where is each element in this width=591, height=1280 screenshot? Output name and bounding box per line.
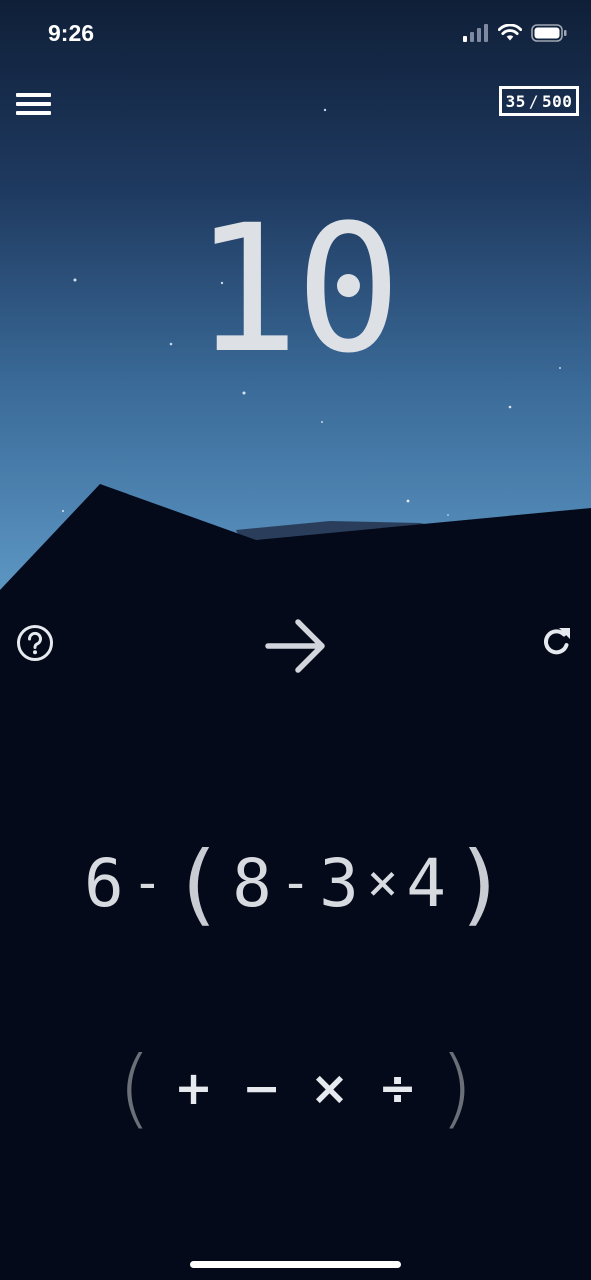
progress-counter[interactable]: 35 / 500: [499, 86, 579, 116]
expression-token-paren[interactable]: (: [171, 832, 224, 935]
menu-button[interactable]: [16, 90, 52, 116]
expression-token-number[interactable]: 6: [84, 845, 124, 922]
operator-palette: ( + − × ÷ ): [0, 1038, 591, 1138]
open-paren-button[interactable]: (: [110, 1038, 160, 1138]
hamburger-line: [16, 93, 51, 97]
expression-token-number[interactable]: 8: [232, 845, 272, 922]
progress-separator: /: [528, 91, 539, 111]
hamburger-line: [16, 102, 51, 106]
next-button[interactable]: [264, 616, 328, 676]
progress-total: 500: [542, 91, 573, 111]
expression-token-operator[interactable]: -: [132, 853, 163, 913]
status-bar: 9:26: [0, 0, 591, 70]
expression-token-number[interactable]: 3: [319, 845, 359, 922]
expression-token-operator[interactable]: ×: [367, 853, 398, 913]
times-button[interactable]: ×: [296, 1061, 364, 1115]
expression-token-paren[interactable]: ): [454, 832, 507, 935]
wifi-icon: [498, 24, 522, 41]
home-indicator[interactable]: [190, 1261, 401, 1268]
battery-icon: [531, 24, 567, 42]
refresh-icon: [544, 628, 570, 655]
arrow-right-icon: [265, 619, 325, 673]
expression: 6 - ( 8 - 3 × 4 ): [0, 832, 591, 935]
close-paren-button[interactable]: ): [432, 1038, 482, 1138]
progress-current: 35: [505, 91, 526, 111]
expression-token-number[interactable]: 4: [406, 845, 446, 922]
question-circle-icon: [17, 625, 53, 661]
signal-icon: [463, 24, 488, 42]
reset-button[interactable]: [539, 624, 575, 660]
expression-token-operator[interactable]: -: [280, 853, 311, 913]
minus-button[interactable]: −: [228, 1061, 296, 1115]
status-time: 9:26: [48, 20, 95, 46]
divide-button[interactable]: ÷: [364, 1061, 432, 1115]
plus-button[interactable]: +: [160, 1061, 228, 1115]
hamburger-line: [16, 111, 51, 115]
help-button[interactable]: [16, 624, 54, 662]
target-number: 10: [193, 187, 402, 392]
status-icons: [463, 24, 567, 42]
